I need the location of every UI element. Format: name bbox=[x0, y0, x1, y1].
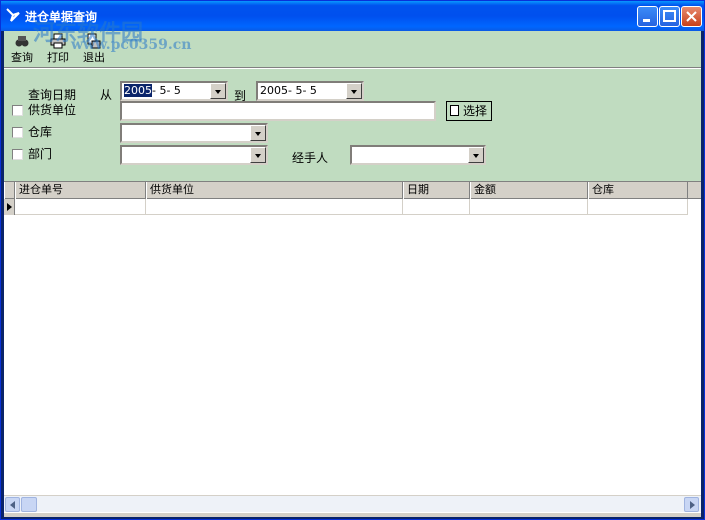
column-header-order-no[interactable]: 进仓单号 bbox=[15, 182, 146, 199]
from-date-rest: - 5- 5 bbox=[152, 84, 181, 97]
from-date-dropdown-button[interactable] bbox=[210, 83, 226, 99]
from-date-picker[interactable]: 2005- 5- 5 bbox=[120, 81, 228, 101]
from-label: 从 bbox=[100, 88, 113, 102]
table-row[interactable] bbox=[4, 199, 688, 215]
table-cell[interactable] bbox=[470, 199, 588, 215]
handler-dropdown-button[interactable] bbox=[468, 147, 484, 163]
to-date-dropdown-button[interactable] bbox=[346, 83, 362, 99]
supplier-checkbox[interactable] bbox=[12, 105, 23, 116]
warehouse-label: 仓库 bbox=[28, 125, 53, 139]
to-date-value: 2005- 5- 5 bbox=[260, 84, 317, 97]
minimize-button[interactable] bbox=[637, 6, 658, 27]
table-cell[interactable] bbox=[146, 199, 403, 215]
column-header-supplier[interactable]: 供货单位 bbox=[146, 182, 403, 199]
toolbar-separator bbox=[4, 67, 701, 69]
to-date-picker[interactable]: 2005- 5- 5 bbox=[256, 81, 364, 101]
table-cell[interactable] bbox=[15, 199, 146, 215]
choose-button[interactable]: 选择 bbox=[446, 101, 492, 121]
warehouse-select[interactable] bbox=[120, 123, 268, 143]
supplier-label: 供货单位 bbox=[28, 103, 77, 117]
table-cell[interactable] bbox=[403, 199, 470, 215]
grid-corner bbox=[4, 182, 15, 199]
client-area: 查询 打印 退出 查询日期 从 2005- 5- 5 到 2005- 5- 5 … bbox=[4, 31, 701, 517]
choose-label: 选择 bbox=[463, 104, 488, 118]
close-button[interactable] bbox=[681, 6, 702, 27]
maximize-button[interactable] bbox=[659, 6, 680, 27]
department-dropdown-button[interactable] bbox=[250, 147, 266, 163]
column-header-date[interactable]: 日期 bbox=[403, 182, 470, 199]
column-header-amount[interactable]: 金额 bbox=[470, 182, 588, 199]
department-checkbox[interactable] bbox=[12, 149, 23, 160]
department-select[interactable] bbox=[120, 145, 268, 165]
warehouse-checkbox[interactable] bbox=[12, 127, 23, 138]
scroll-right-button[interactable] bbox=[684, 497, 699, 512]
warehouse-dropdown-button[interactable] bbox=[250, 125, 266, 141]
scroll-left-button[interactable] bbox=[5, 497, 20, 512]
bottom-border bbox=[4, 513, 701, 517]
horizontal-scrollbar[interactable] bbox=[4, 495, 701, 512]
watermark-url: www.pc0359.cn bbox=[71, 37, 192, 53]
app-window: 进仓单据查询 查询 打印 退出 查询日期 从 2005- 5- 5 到 2005… bbox=[0, 0, 705, 520]
watermark: 河东软件园 www.pc0359.cn bbox=[19, 15, 219, 55]
handler-select[interactable] bbox=[350, 145, 486, 165]
handler-label: 经手人 bbox=[292, 151, 329, 165]
document-icon bbox=[450, 105, 459, 116]
grid-header: 进仓单号 供货单位 日期 金额 仓库 bbox=[4, 182, 701, 199]
close-icon bbox=[686, 11, 697, 22]
maximize-icon bbox=[663, 10, 676, 22]
results-grid[interactable]: 进仓单号 供货单位 日期 金额 仓库 bbox=[4, 181, 701, 501]
column-header-warehouse[interactable]: 仓库 bbox=[588, 182, 688, 199]
current-row-indicator-icon bbox=[4, 199, 15, 215]
table-cell[interactable] bbox=[588, 199, 688, 215]
from-date-selected: 2005 bbox=[124, 84, 152, 97]
scroll-thumb[interactable] bbox=[21, 497, 37, 512]
minimize-icon bbox=[643, 19, 650, 22]
supplier-input[interactable] bbox=[120, 101, 436, 121]
department-label: 部门 bbox=[28, 147, 53, 161]
